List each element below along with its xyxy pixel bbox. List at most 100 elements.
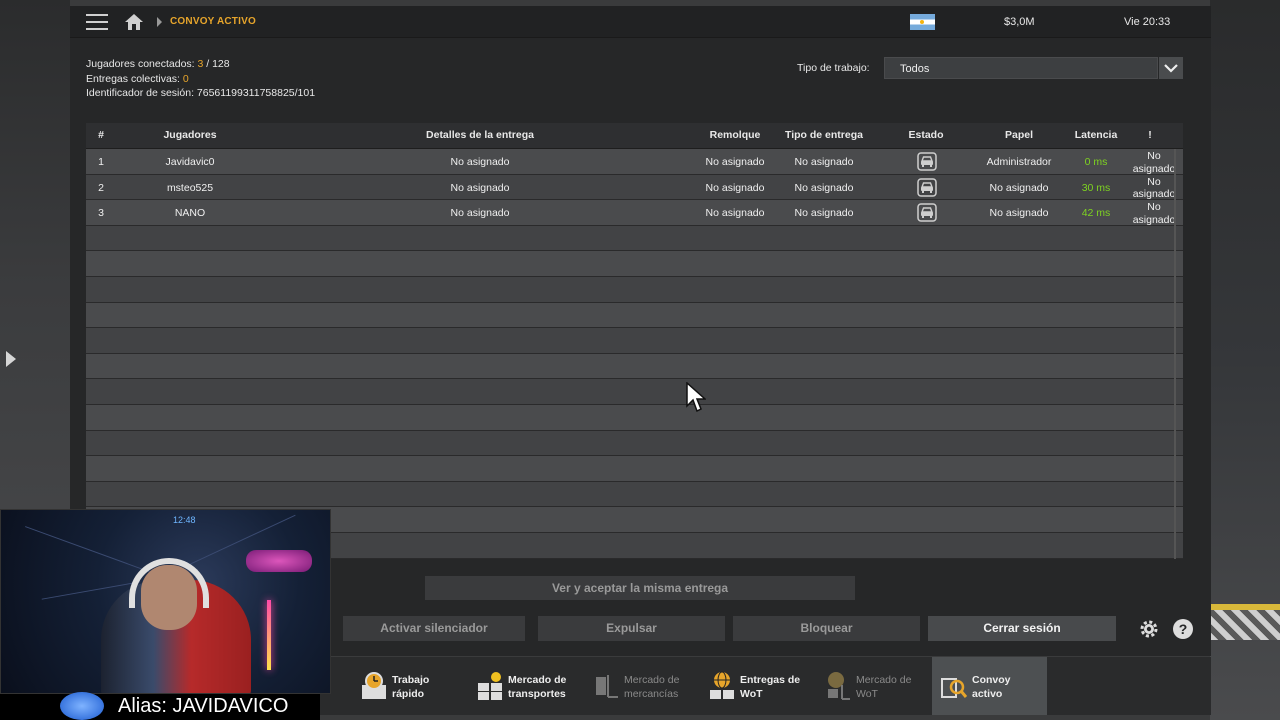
row-num: 1 [98,156,104,168]
tab-label: Convoy activo [972,674,1011,700]
trailer-cell: No asignado [705,181,765,194]
breadcrumb: CONVOY ACTIVO [170,16,256,27]
help-icon[interactable]: ? [1172,618,1194,640]
globe-boxes-icon [710,671,734,699]
breadcrumb-arrow-icon [157,17,162,27]
player-name: msteo525 [166,181,214,194]
home-icon[interactable] [124,13,144,31]
handshake-icon [60,692,104,720]
svg-text:?: ? [1179,621,1188,637]
chevron-down-icon [1164,64,1178,73]
tab-wot-deliveries[interactable]: Entregas de WoT [700,657,815,715]
row-num: 2 [98,181,104,194]
webcam-overlay: 12:48 [0,509,331,694]
latency-cell: 42 ms [1081,207,1111,220]
table-row [86,353,1183,380]
job-type-select[interactable]: Todos [884,57,1158,79]
role-cell: No asignado [989,181,1049,194]
gear-icon[interactable] [1138,618,1160,640]
tab-freight-market[interactable]: Mercado de transportes [468,657,583,715]
header-num: # [98,129,104,141]
table-row[interactable]: 1 Javidavic0 No asignado No asignado No asig… [86,149,1183,175]
clock-box-icon [362,672,386,699]
delivery-type-cell: No asignado [794,207,854,220]
players-table: # Jugadores Detalles de la entrega Remol… [86,123,1183,559]
header-players[interactable]: Jugadores [130,129,250,141]
side-expand-arrow-icon[interactable] [4,348,22,372]
truck-status-icon [917,177,937,197]
delivery-details: No asignado [450,181,510,194]
tab-label: Trabajo rápido [392,674,430,700]
view-accept-delivery-button[interactable]: Ver y aceptar la misma entrega [425,576,855,600]
table-row [86,379,1183,405]
players-label: Jugadores conectados: [86,58,195,70]
player-name: Javidavic0 [165,156,215,168]
tab-label: Mercado de mercancías [624,674,680,700]
mute-button[interactable]: Activar silenciador [343,616,525,641]
mouse-cursor-icon [686,382,706,413]
dropdown-button[interactable] [1159,57,1183,79]
globe-trolley-icon [828,672,850,700]
table-body: 1 Javidavic0 No asignado No asignado No asig… [86,149,1183,559]
argentina-flag-icon [910,14,935,30]
delivery-details: No asignado [450,156,510,168]
header-delivery-type[interactable]: Tipo de entrega [776,129,872,141]
header-warning: ! [1148,129,1152,141]
trailer-cell: No asignado [705,207,765,220]
scrollbar[interactable] [1174,149,1176,559]
header-trailer[interactable]: Remolque [700,129,770,141]
menu-icon[interactable] [86,14,108,30]
table-row [86,251,1183,277]
cargo-trolley-icon [596,675,618,698]
session-id-label: Identificador de sesión: [86,87,194,99]
table-row [86,404,1183,431]
delivery-type-cell: No asignado [794,156,854,168]
kick-button[interactable]: Expulsar [538,616,725,641]
deliveries-value: 0 [182,72,189,85]
convoy-search-icon [941,678,968,698]
table-row [86,456,1183,482]
job-type-value: Todos [900,63,930,75]
session-info: Jugadores conectados: 3 / 128 Entregas c… [86,57,315,101]
tab-label: Mercado de transportes [508,674,567,700]
table-row [86,481,1183,508]
delivery-details: No asignado [450,207,510,220]
logout-button[interactable]: Cerrar sesión [928,616,1116,641]
delivery-type-cell: No asignado [794,181,854,194]
headphones [129,558,209,608]
role-cell: Administrador [986,156,1052,168]
truck-status-icon [917,152,937,171]
neon-sign [246,550,312,572]
table-row[interactable]: 3 NANO No asignado No asignado No asignado No… [86,200,1183,226]
tab-label: Mercado de WoT [856,674,912,700]
background-right [1210,0,1280,720]
tab-quick-job[interactable]: Trabajo rápido [352,657,467,715]
table-row [86,302,1183,329]
block-button[interactable]: Bloquear [733,616,920,641]
header-role[interactable]: Papel [986,129,1052,141]
deliveries-label: Entregas colectivas: [86,72,180,85]
role-cell: No asignado [989,207,1049,220]
header-latency[interactable]: Latencia [1064,129,1128,141]
latency-cell: 30 ms [1081,181,1111,194]
money-display: $3,0M [1004,16,1035,28]
webcam-clock: 12:48 [173,515,196,525]
tab-wot-market[interactable]: Mercado de WoT [816,657,931,715]
led-light [267,600,271,670]
hazard-stripe [1210,610,1280,640]
streamer-alias: Alias: JAVIDAVICO [118,695,289,717]
header-details[interactable]: Detalles de la entrega [380,129,580,141]
tab-active-convoy[interactable]: Convoy activo [932,657,1047,715]
table-header: # Jugadores Detalles de la entrega Remol… [86,123,1183,149]
table-row[interactable]: 2 msteo525 No asignado No asignado No asigna… [86,174,1183,201]
tab-cargo-market[interactable]: Mercado de mercancías [584,657,699,715]
table-row [86,276,1183,303]
game-clock: Vie 20:33 [1124,16,1171,28]
boxes-sun-icon [478,672,502,700]
tab-label: Entregas de WoT [740,674,801,700]
latency-cell: 0 ms [1084,156,1108,168]
players-max: / 128 [203,58,230,70]
table-row [86,225,1183,252]
header-status[interactable]: Estado [898,129,954,141]
trailer-cell: No asignado [705,156,765,168]
